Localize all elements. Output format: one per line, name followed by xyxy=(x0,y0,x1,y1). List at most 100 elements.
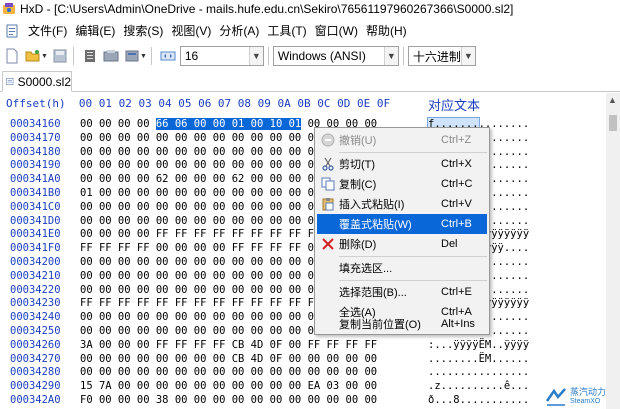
chevron-down-icon[interactable]: ▼ xyxy=(460,47,475,65)
row-bytes[interactable]: 00 00 00 00 00 00 00 00 CB 4D 0F 00 00 0… xyxy=(80,353,377,367)
menu-window[interactable]: 窗口(W) xyxy=(311,21,362,41)
offset-header: Offset(h) xyxy=(6,97,66,110)
row-offset: 00034270 xyxy=(10,352,61,365)
hex-row[interactable]: 000341E0 00 00 00 00 FF FF FF FF FF FF FF… xyxy=(0,228,604,242)
row-offset: 000341D0 xyxy=(10,214,61,227)
bytes-per-row-select[interactable]: 16 ▼ xyxy=(179,46,264,66)
hex-row[interactable]: 00034280 00 00 00 00 00 00 00 00 00 00 00… xyxy=(0,366,604,380)
menu-tools[interactable]: 工具(T) xyxy=(263,21,310,41)
hex-row[interactable]: 00034290 15 7A 00 00 00 00 00 00 00 00 00… xyxy=(0,380,604,394)
menu-overwrite-paste[interactable]: 覆盖式粘贴(W) Ctrl+B xyxy=(317,214,487,234)
delete-icon xyxy=(320,236,336,252)
menu-search[interactable]: 搜索(S) xyxy=(119,21,167,41)
row-offset: 000342A0 xyxy=(10,393,61,406)
window-title: HxD - [C:\Users\Admin\OneDrive - mails.h… xyxy=(20,2,514,16)
toolbar-separator xyxy=(150,47,152,65)
menu-file[interactable]: 文件(F) xyxy=(24,21,71,41)
row-offset: 00034190 xyxy=(10,159,61,172)
row-offset: 000341C0 xyxy=(10,200,61,213)
hex-editor[interactable]: Offset(h) 00 01 02 03 04 05 06 07 08 09 … xyxy=(0,93,620,409)
hex-row[interactable]: 000341A0 00 00 00 00 62 00 00 00 62 00 00… xyxy=(0,173,604,187)
scissors-icon xyxy=(320,156,336,172)
hex-row[interactable]: 000341F0 FF FF FF FF 00 00 00 00 FF FF FF… xyxy=(0,242,604,256)
offset-base-value: 十六进制 xyxy=(412,49,461,64)
scroll-up-icon[interactable]: ▲ xyxy=(608,95,617,105)
memory-dropdown-icon[interactable]: ▼ xyxy=(140,53,147,60)
hex-row[interactable]: 00034230 FF FF FF FF FF FF FF FF FF FF FF… xyxy=(0,297,604,311)
chevron-down-icon[interactable]: ▼ xyxy=(383,47,398,65)
row-text[interactable]: ........ËM...... xyxy=(428,353,529,367)
new-file-icon[interactable] xyxy=(3,47,21,65)
hex-row[interactable]: 00034160 00 00 00 00 66 06 00 00 01 00 10… xyxy=(0,117,604,132)
row-offset: 00034240 xyxy=(10,311,61,324)
row-bytes[interactable]: F0 00 00 00 38 00 00 00 00 00 00 00 00 0… xyxy=(80,394,377,408)
hxd-app-icon xyxy=(2,2,16,16)
row-offset: 000341E0 xyxy=(10,228,61,241)
memory-icon[interactable] xyxy=(123,47,141,65)
save-icon[interactable] xyxy=(51,47,69,65)
row-text[interactable]: :...ÿÿÿÿËM..ÿÿÿÿ xyxy=(428,339,529,353)
hex-rows[interactable]: 00034160 00 00 00 00 66 06 00 00 01 00 10… xyxy=(0,117,604,408)
scrollbar-thumb[interactable] xyxy=(609,115,617,131)
row-bytes[interactable]: 15 7A 00 00 00 00 00 00 00 00 00 00 EA 0… xyxy=(80,380,377,394)
hex-row[interactable]: 000341B0 01 00 00 00 00 00 00 00 00 00 00… xyxy=(0,187,604,201)
menu-help[interactable]: 帮助(H) xyxy=(362,21,411,41)
bytes-unselected[interactable]: 00 00 00 00 xyxy=(80,118,156,130)
hex-row[interactable]: 00034250 00 00 00 00 00 00 00 00 00 00 00… xyxy=(0,325,604,339)
hex-row[interactable]: 000342A0 F0 00 00 00 38 00 00 00 00 00 00… xyxy=(0,394,604,408)
menu-copy[interactable]: 复制(C) Ctrl+C xyxy=(317,174,487,194)
menu-undo[interactable]: 撤销(U) Ctrl+Z xyxy=(317,130,487,150)
tab-strip: S0000.sl2 xyxy=(0,70,620,92)
row-bytes[interactable]: 00 00 00 00 00 00 00 00 00 00 00 00 00 0… xyxy=(80,366,377,380)
row-offset: 000341B0 xyxy=(10,186,61,199)
menu-analysis[interactable]: 分析(A) xyxy=(215,21,263,41)
menu-delete[interactable]: 删除(D) Del xyxy=(317,234,487,254)
document-icon xyxy=(6,77,14,86)
menu-insert-paste[interactable]: 插入式粘贴(I) Ctrl+V xyxy=(317,194,487,214)
row-bytes[interactable]: 3A 00 00 00 FF FF FF FF CB 4D 0F 00 FF F… xyxy=(80,339,377,353)
context-menu: 撤销(U) Ctrl+Z 剪切(T) Ctrl+X 复制(C) Ctrl+C 插… xyxy=(314,127,490,335)
menu-edit[interactable]: 编辑(E) xyxy=(71,21,119,41)
hex-row[interactable]: 00034270 00 00 00 00 00 00 00 00 CB 4D 0F… xyxy=(0,353,604,367)
tab-s0000[interactable]: S0000.sl2 xyxy=(2,71,72,92)
menu-separator xyxy=(339,152,487,153)
hex-row[interactable]: 00034180 00 00 00 00 00 00 00 00 00 00 00… xyxy=(0,146,604,160)
menu-select-range[interactable]: 选择范围(B)... Ctrl+E xyxy=(317,282,487,302)
open-folder-icon[interactable] xyxy=(24,47,42,65)
menu-copy-offset[interactable]: 复制当前位置(O) Alt+Ins xyxy=(317,314,487,334)
menu-cut[interactable]: 剪切(T) Ctrl+X xyxy=(317,154,487,174)
bytes-per-row-value: 16 xyxy=(184,49,199,63)
toolbar-separator xyxy=(72,47,74,65)
hex-row[interactable]: 00034200 00 00 00 00 00 00 00 00 00 00 00… xyxy=(0,256,604,270)
row-text[interactable]: .z..........ê... xyxy=(428,380,529,394)
hex-row[interactable]: 00034220 00 00 00 00 00 00 00 00 00 00 00… xyxy=(0,284,604,298)
menu-view[interactable]: 视图(V) xyxy=(167,21,215,41)
title-bar: HxD - [C:\Users\Admin\OneDrive - mails.h… xyxy=(0,0,620,18)
watermark-text: 蒸汽动力 SteamXO xyxy=(570,387,607,406)
row-text[interactable]: ................ xyxy=(428,366,529,380)
row-text[interactable]: ð...8........... xyxy=(428,394,529,408)
hex-row[interactable]: 00034240 00 00 00 00 00 00 00 00 00 00 00… xyxy=(0,311,604,325)
hex-row[interactable]: 000341C0 00 00 00 00 00 00 00 00 00 00 00… xyxy=(0,201,604,215)
hex-row[interactable]: 000341D0 00 00 00 00 00 00 00 00 00 00 00… xyxy=(0,215,604,229)
copy-icon xyxy=(320,176,336,192)
document-icon[interactable] xyxy=(4,23,20,39)
vertical-scrollbar[interactable]: ▲ xyxy=(606,93,620,409)
hex-row[interactable]: 00034210 00 00 00 00 00 00 00 00 00 00 00… xyxy=(0,270,604,284)
properties-icon[interactable] xyxy=(81,47,99,65)
hex-row[interactable]: 00034260 3A 00 00 00 FF FF FF FF CB 4D 0F… xyxy=(0,339,604,353)
bytes-selected[interactable]: 66 06 00 00 01 00 10 01 xyxy=(155,118,302,130)
open-dropdown-icon[interactable]: ▼ xyxy=(41,53,48,60)
menu-fill-selection[interactable]: 填充选区... xyxy=(317,258,487,278)
offset-base-select[interactable]: 十六进制 ▼ xyxy=(407,46,476,66)
hex-row[interactable]: 00034190 00 00 00 00 00 00 00 00 00 00 00… xyxy=(0,159,604,173)
disk-icon[interactable] xyxy=(102,47,120,65)
chevron-down-icon[interactable]: ▼ xyxy=(248,47,263,65)
hex-row[interactable]: 00034170 00 00 00 00 00 00 00 00 00 00 00… xyxy=(0,132,604,146)
row-offset: 000341A0 xyxy=(10,173,61,186)
bytes-per-row-icon xyxy=(159,47,177,65)
charset-select[interactable]: Windows (ANSI) ▼ xyxy=(272,46,399,66)
paste-icon xyxy=(320,196,336,212)
toolbar-separator xyxy=(267,47,269,65)
byte-columns-header: 00 01 02 03 04 05 06 07 08 09 0A 0B 0C 0… xyxy=(78,97,391,110)
